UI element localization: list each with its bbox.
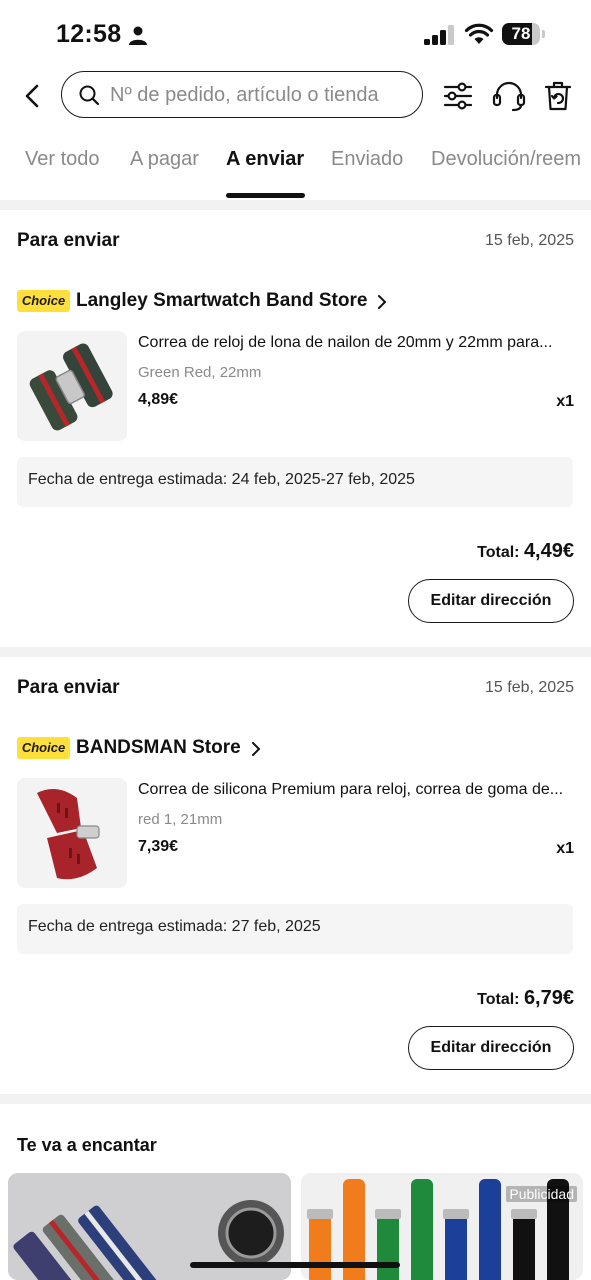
choice-badge: Choice xyxy=(17,290,70,312)
product-title[interactable]: Correa de reloj de lona de nailon de 20m… xyxy=(138,334,573,352)
wifi-icon xyxy=(464,23,494,44)
battery-indicator: 78 xyxy=(502,23,546,45)
home-indicator[interactable] xyxy=(190,1262,400,1268)
edit-address-button[interactable]: Editar dirección xyxy=(408,1026,574,1070)
store-name[interactable]: BANDSMAN Store xyxy=(76,737,241,759)
product-image[interactable] xyxy=(17,778,127,888)
order-card: Para enviar 15 feb, 2025 Choice Langley … xyxy=(0,210,591,647)
search-bar[interactable] xyxy=(61,71,423,118)
tab-enviado[interactable]: Enviado xyxy=(331,148,403,171)
tab-a-pagar[interactable]: A pagar xyxy=(130,148,199,171)
ad-label: Publicidad xyxy=(506,1186,577,1202)
product-quantity: x1 xyxy=(556,840,574,857)
total-label: Total: xyxy=(477,991,520,1008)
trash-icon[interactable] xyxy=(541,79,575,113)
delivery-estimate: Fecha de entrega estimada: 24 feb, 2025-… xyxy=(17,457,573,507)
total-amount: 6,79€ xyxy=(523,987,574,1009)
product-variant: red 1, 21mm xyxy=(138,811,223,828)
order-status: Para enviar xyxy=(17,230,120,251)
store-name[interactable]: Langley Smartwatch Band Store xyxy=(76,290,367,312)
section-divider xyxy=(0,1094,591,1104)
product-variant: Green Red, 22mm xyxy=(138,364,262,381)
product-price: 7,39€ xyxy=(138,838,179,855)
section-divider xyxy=(0,200,591,210)
product-title[interactable]: Correa de silicona Premium para reloj, c… xyxy=(138,781,573,799)
order-status: Para enviar xyxy=(17,677,120,698)
product-image[interactable] xyxy=(17,331,127,441)
tab-devolucion[interactable]: Devolución/reem xyxy=(431,148,581,171)
active-tab-indicator xyxy=(226,193,305,198)
product-quantity: x1 xyxy=(556,393,574,410)
watch-strap-image xyxy=(17,778,127,888)
delivery-estimate-text: Fecha de entrega estimada: 27 feb, 2025 xyxy=(28,918,321,935)
battery-text: 78 xyxy=(511,24,531,43)
chevron-right-icon[interactable] xyxy=(249,741,263,757)
total-amount: 4,49€ xyxy=(523,540,574,562)
total-label: Total: xyxy=(477,544,520,561)
tab-a-enviar[interactable]: A enviar xyxy=(226,148,304,171)
watch-strap-image xyxy=(17,331,127,441)
chevron-right-icon[interactable] xyxy=(375,294,389,310)
order-total: Total: 6,79€ xyxy=(477,987,574,1010)
customer-service-icon[interactable] xyxy=(491,79,527,113)
order-card: Para enviar 15 feb, 2025 Choice BANDSMAN… xyxy=(0,657,591,1094)
section-divider xyxy=(0,647,591,657)
cellular-signal-icon xyxy=(424,25,454,45)
back-arrow-icon[interactable] xyxy=(20,82,46,110)
search-icon xyxy=(79,85,100,106)
product-price: 4,89€ xyxy=(138,391,179,408)
person-icon xyxy=(129,26,147,45)
search-input[interactable] xyxy=(110,82,410,108)
edit-address-button[interactable]: Editar dirección xyxy=(408,579,574,623)
order-date: 15 feb, 2025 xyxy=(485,679,574,696)
delivery-estimate-text: Fecha de entrega estimada: 24 feb, 2025-… xyxy=(28,471,415,488)
delivery-estimate: Fecha de entrega estimada: 27 feb, 2025 xyxy=(17,904,573,954)
choice-badge: Choice xyxy=(17,737,70,759)
tab-ver-todo[interactable]: Ver todo xyxy=(25,148,100,171)
recommendations-title: Te va a encantar xyxy=(17,1135,157,1155)
status-time: 12:58 xyxy=(56,20,122,48)
order-total: Total: 4,49€ xyxy=(477,540,574,563)
filter-icon[interactable] xyxy=(441,79,475,113)
order-date: 15 feb, 2025 xyxy=(485,232,574,249)
